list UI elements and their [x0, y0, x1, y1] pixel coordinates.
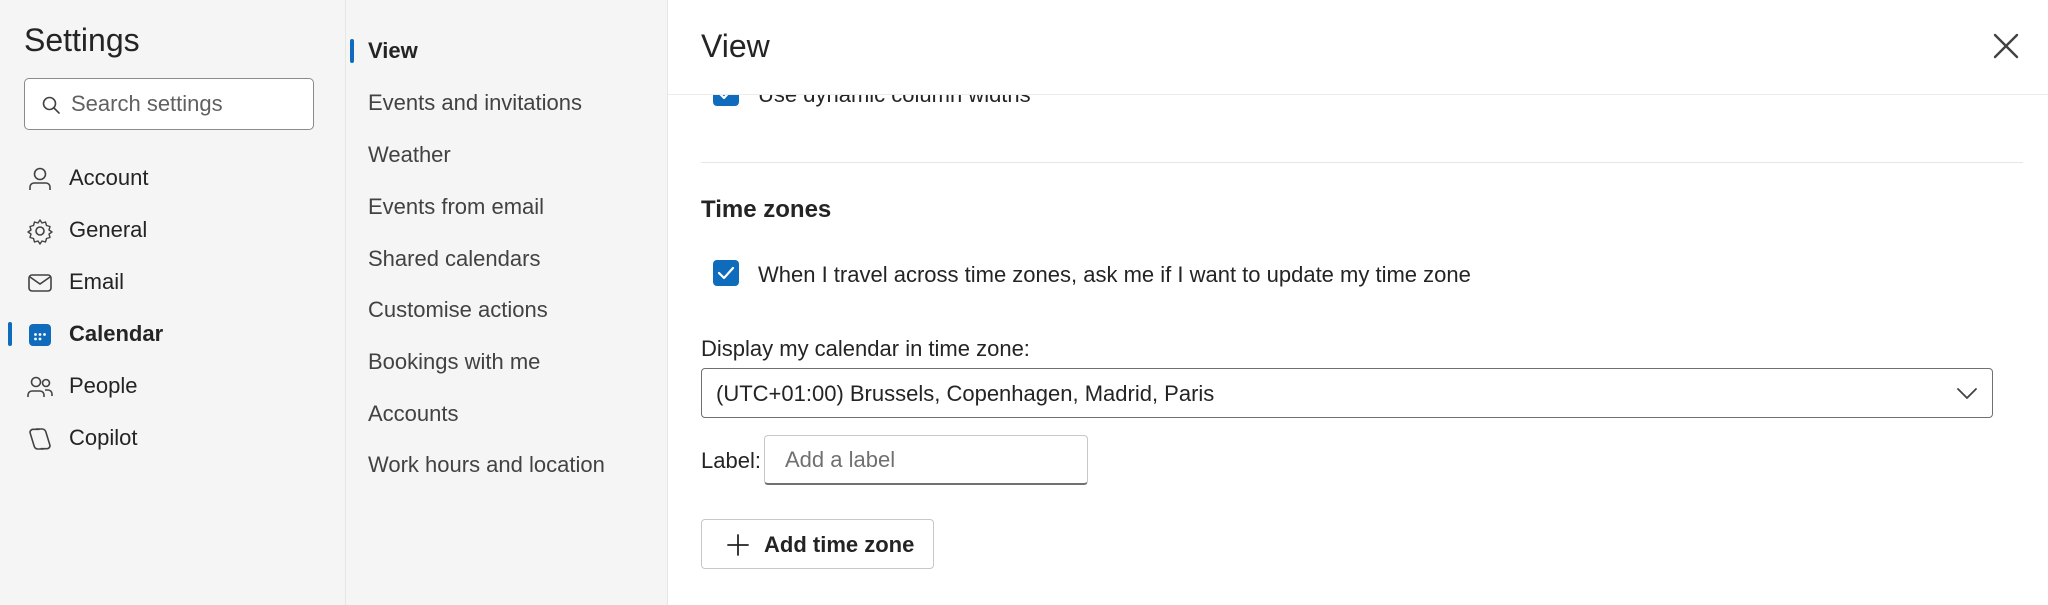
- nav-item-label: General: [69, 217, 148, 242]
- content-header: View: [668, 0, 2048, 95]
- time-zone-label-caption: Label:: [701, 448, 761, 473]
- subnav-item-label: Shared calendars: [368, 246, 541, 271]
- nav-item-general[interactable]: General: [0, 204, 346, 256]
- person-icon: [29, 167, 51, 190]
- subnav-item-weather[interactable]: Weather: [346, 130, 668, 178]
- active-indicator: [350, 39, 354, 63]
- nav-item-label: People: [69, 373, 138, 398]
- nav-item-email[interactable]: Email: [0, 256, 346, 308]
- gear-icon: [27, 219, 53, 245]
- subnav-item-label: Accounts: [368, 401, 459, 426]
- time-zones-heading: Time zones: [701, 196, 832, 223]
- settings-nav: Settings Account General Email: [0, 0, 346, 605]
- subnav-item-accounts[interactable]: Accounts: [346, 389, 668, 437]
- nav-item-label: Account: [69, 165, 149, 190]
- nav-item-people[interactable]: People: [0, 360, 346, 412]
- nav-item-label: Copilot: [69, 425, 138, 450]
- search-input[interactable]: [71, 79, 307, 129]
- subnav-item-work-hours-and-location[interactable]: Work hours and location: [346, 440, 668, 488]
- nav-item-copilot[interactable]: Copilot: [0, 412, 346, 464]
- nav-item-label: Calendar: [69, 321, 164, 346]
- subnav-item-label: Customise actions: [368, 297, 548, 322]
- page-title: View: [701, 28, 770, 64]
- calendar-subnav: View Events and invitations Weather Even…: [346, 0, 668, 605]
- add-time-zone-button[interactable]: Add time zone: [701, 519, 934, 569]
- people-icon: [27, 376, 53, 397]
- ask-update-time-zone-label: When I travel across time zones, ask me …: [758, 262, 1471, 287]
- subnav-item-bookings-with-me[interactable]: Bookings with me: [346, 337, 668, 385]
- close-icon[interactable]: [1984, 24, 2028, 68]
- subnav-item-view[interactable]: View: [346, 26, 668, 74]
- subnav-item-events-and-invitations[interactable]: Events and invitations: [346, 78, 668, 126]
- copilot-icon: [29, 428, 51, 450]
- section-divider: [701, 162, 2023, 163]
- subnav-item-events-from-email[interactable]: Events from email: [346, 182, 668, 230]
- nav-item-account[interactable]: Account: [0, 152, 346, 204]
- ask-update-time-zone-checkbox[interactable]: [713, 260, 739, 286]
- subnav-item-label: Weather: [368, 142, 451, 167]
- search-box[interactable]: [24, 78, 314, 130]
- search-icon: [42, 96, 60, 114]
- time-zone-label-input[interactable]: [764, 435, 1088, 485]
- settings-content: View Use dynamic column widths Time zone…: [668, 0, 2048, 605]
- selected-time-zone: (UTC+01:00) Brussels, Copenhagen, Madrid…: [716, 381, 1215, 406]
- subnav-item-label: Bookings with me: [368, 349, 541, 374]
- subnav-item-label: View: [368, 38, 418, 63]
- subnav-item-label: Work hours and location: [368, 452, 605, 477]
- settings-title: Settings: [24, 22, 140, 58]
- subnav-item-label: Events from email: [368, 194, 545, 219]
- calendar-icon: [29, 324, 51, 346]
- time-zone-dropdown[interactable]: (UTC+01:00) Brussels, Copenhagen, Madrid…: [701, 368, 1993, 418]
- add-time-zone-label: Add time zone: [764, 532, 915, 557]
- subnav-item-customise-actions[interactable]: Customise actions: [346, 285, 668, 333]
- subnav-item-label: Events and invitations: [368, 90, 583, 115]
- plus-icon: [727, 534, 749, 556]
- nav-item-label: Email: [69, 269, 125, 294]
- subnav-item-shared-calendars[interactable]: Shared calendars: [346, 234, 668, 282]
- active-indicator: [8, 322, 12, 346]
- nav-item-calendar[interactable]: Calendar: [0, 308, 346, 360]
- chevron-down-icon: [1957, 388, 1977, 399]
- display-time-zone-label: Display my calendar in time zone:: [701, 336, 1030, 361]
- checkmark-icon: [717, 266, 735, 280]
- mail-icon: [28, 274, 52, 292]
